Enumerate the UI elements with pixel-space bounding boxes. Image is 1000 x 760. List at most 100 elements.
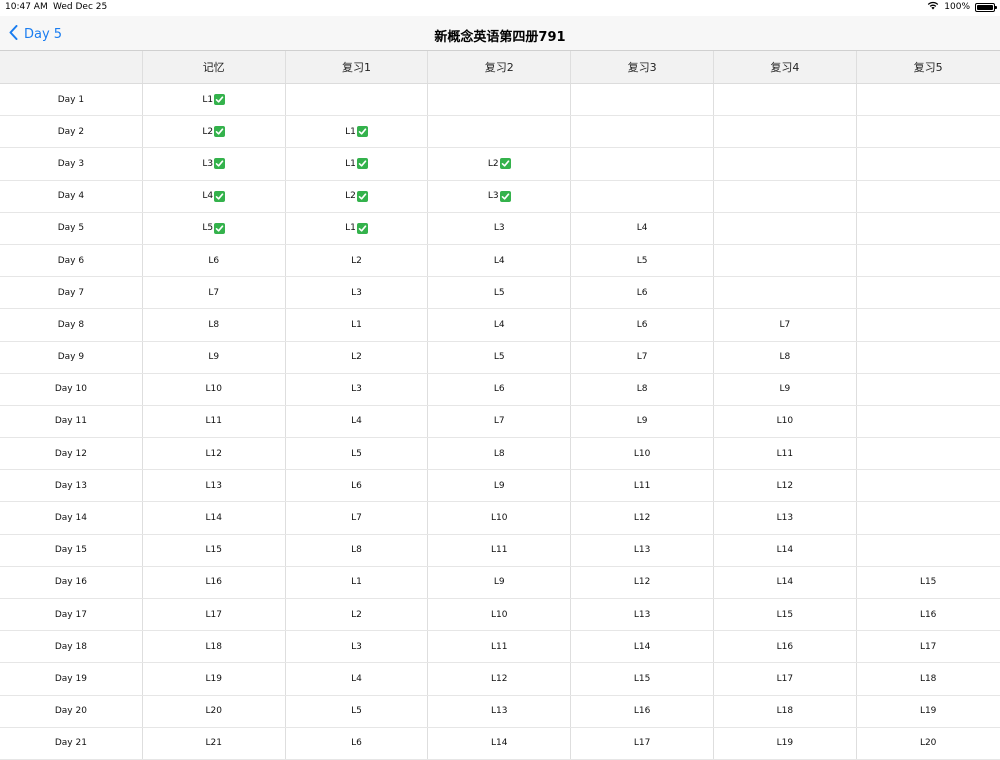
lesson-cell[interactable]: L18 bbox=[857, 663, 1000, 694]
lesson-cell[interactable]: L1 bbox=[143, 84, 286, 116]
lesson-cell[interactable]: L8 bbox=[428, 438, 572, 470]
lesson-cell[interactable]: L4 bbox=[286, 405, 429, 438]
lesson-cell[interactable]: L11 bbox=[428, 631, 572, 663]
lesson-cell[interactable]: L9 bbox=[428, 566, 572, 598]
lesson-cell[interactable]: L15 bbox=[143, 534, 286, 566]
lesson-cell[interactable]: L20 bbox=[857, 728, 1000, 759]
lesson-cell[interactable]: L4 bbox=[571, 212, 714, 244]
lesson-cell[interactable]: L3 bbox=[286, 277, 429, 309]
lesson-cell[interactable]: L2 bbox=[143, 116, 286, 148]
lesson-cell[interactable]: L12 bbox=[428, 663, 572, 695]
table-row[interactable]: Day 2 L2 L1 bbox=[0, 116, 1000, 149]
table-row[interactable]: Day 10 L10 L3 L6 L8 L9 bbox=[0, 373, 1000, 406]
lesson-cell[interactable]: L18 bbox=[714, 695, 857, 727]
lesson-cell[interactable] bbox=[714, 148, 857, 180]
lesson-cell[interactable]: L3 bbox=[286, 631, 429, 663]
lesson-cell[interactable] bbox=[286, 84, 429, 116]
lesson-cell[interactable]: L2 bbox=[286, 341, 429, 373]
lesson-cell[interactable] bbox=[857, 535, 1000, 566]
lesson-cell[interactable]: L16 bbox=[714, 631, 857, 663]
lesson-cell[interactable]: L16 bbox=[857, 599, 1000, 630]
lesson-cell[interactable]: L20 bbox=[143, 695, 286, 727]
lesson-cell[interactable]: L10 bbox=[714, 405, 857, 438]
table-row[interactable]: Day 1 L1 bbox=[0, 84, 1000, 117]
lesson-cell[interactable]: L2 bbox=[286, 244, 429, 277]
lesson-cell[interactable] bbox=[857, 309, 1000, 340]
lesson-cell[interactable]: L16 bbox=[143, 566, 286, 598]
lesson-cell[interactable] bbox=[714, 116, 857, 148]
lesson-cell[interactable]: L11 bbox=[428, 534, 572, 566]
lesson-cell[interactable]: L19 bbox=[857, 696, 1000, 727]
table-row[interactable]: Day 6 L6 L2 L4 L5 bbox=[0, 244, 1000, 278]
lesson-cell[interactable] bbox=[571, 116, 714, 148]
lesson-cell[interactable]: L13 bbox=[714, 502, 857, 534]
lesson-cell[interactable]: L6 bbox=[571, 277, 714, 309]
lesson-cell[interactable] bbox=[714, 84, 857, 116]
table-row[interactable]: Day 8 L8 L1 L4 L6 L7 bbox=[0, 309, 1000, 342]
lesson-cell[interactable]: L14 bbox=[143, 502, 286, 534]
lesson-cell[interactable]: L12 bbox=[571, 566, 714, 598]
lesson-cell[interactable]: L11 bbox=[143, 405, 286, 438]
lesson-cell[interactable]: L17 bbox=[571, 727, 714, 759]
lesson-cell[interactable] bbox=[857, 406, 1000, 437]
lesson-cell[interactable]: L14 bbox=[714, 566, 857, 598]
lesson-cell[interactable]: L7 bbox=[428, 405, 572, 438]
lesson-cell[interactable]: L6 bbox=[286, 727, 429, 759]
lesson-cell[interactable]: L13 bbox=[428, 695, 572, 727]
lesson-cell[interactable] bbox=[857, 148, 1000, 179]
table-row[interactable]: Day 14 L14 L7 L10 L12 L13 bbox=[0, 502, 1000, 535]
lesson-cell[interactable]: L13 bbox=[571, 534, 714, 566]
lesson-cell[interactable]: L5 bbox=[286, 438, 429, 470]
table-row[interactable]: Day 3 L3 L1 L2 bbox=[0, 148, 1000, 181]
table-row[interactable]: Day 19 L19 L4 L12 L15 L17 L18 bbox=[0, 663, 1000, 696]
lesson-cell[interactable]: L17 bbox=[857, 631, 1000, 662]
lesson-cell[interactable]: L18 bbox=[143, 631, 286, 663]
table-row[interactable]: Day 9 L9 L2 L5 L7 L8 bbox=[0, 341, 1000, 374]
lesson-cell[interactable] bbox=[714, 212, 857, 244]
lesson-cell[interactable] bbox=[857, 213, 1000, 244]
lesson-cell[interactable]: L7 bbox=[714, 309, 857, 341]
lesson-cell[interactable]: L1 bbox=[286, 212, 429, 244]
table-row[interactable]: Day 15 L15 L8 L11 L13 L14 bbox=[0, 534, 1000, 567]
lesson-cell[interactable]: L7 bbox=[143, 277, 286, 309]
lesson-cell[interactable]: L5 bbox=[428, 341, 572, 373]
lesson-cell[interactable]: L2 bbox=[428, 148, 572, 180]
table-row[interactable]: Day 4 L4 L2 L3 bbox=[0, 180, 1000, 213]
table-row[interactable]: Day 11 L11 L4 L7 L9 L10 bbox=[0, 405, 1000, 439]
lesson-cell[interactable] bbox=[571, 148, 714, 180]
lesson-cell[interactable]: L9 bbox=[143, 341, 286, 373]
lesson-cell[interactable] bbox=[857, 116, 1000, 147]
lesson-cell[interactable]: L8 bbox=[714, 341, 857, 373]
lesson-cell[interactable] bbox=[857, 277, 1000, 308]
lesson-cell[interactable]: L3 bbox=[428, 212, 572, 244]
lesson-cell[interactable] bbox=[428, 84, 572, 116]
lesson-cell[interactable]: L4 bbox=[428, 309, 572, 341]
lesson-cell[interactable]: L10 bbox=[143, 373, 286, 405]
lesson-cell[interactable]: L3 bbox=[143, 148, 286, 180]
lesson-cell[interactable]: L14 bbox=[428, 727, 572, 759]
lesson-cell[interactable]: L11 bbox=[714, 438, 857, 470]
lesson-cell[interactable]: L9 bbox=[428, 470, 572, 502]
lesson-cell[interactable]: L15 bbox=[714, 599, 857, 631]
lesson-cell[interactable]: L13 bbox=[143, 470, 286, 502]
lesson-cell[interactable]: L3 bbox=[286, 373, 429, 405]
lesson-cell[interactable] bbox=[857, 245, 1000, 276]
lesson-cell[interactable]: L10 bbox=[571, 438, 714, 470]
lesson-cell[interactable]: L10 bbox=[428, 599, 572, 631]
lesson-cell[interactable]: L21 bbox=[143, 727, 286, 759]
lesson-cell[interactable] bbox=[714, 277, 857, 309]
lesson-cell[interactable] bbox=[857, 181, 1000, 212]
lesson-cell[interactable]: L15 bbox=[571, 663, 714, 695]
lesson-cell[interactable]: L17 bbox=[143, 599, 286, 631]
lesson-cell[interactable]: L9 bbox=[571, 405, 714, 438]
lesson-cell[interactable]: L15 bbox=[857, 567, 1000, 598]
lesson-cell[interactable]: L13 bbox=[571, 599, 714, 631]
table-row[interactable]: Day 5 L5 L1 L3 L4 bbox=[0, 212, 1000, 245]
table-row[interactable]: Day 21 L21 L6 L14 L17 L19 L20 bbox=[0, 727, 1000, 760]
lesson-cell[interactable]: L1 bbox=[286, 116, 429, 148]
lesson-cell[interactable] bbox=[857, 438, 1000, 469]
lesson-cell[interactable]: L17 bbox=[714, 663, 857, 695]
table-row[interactable]: Day 7 L7 L3 L5 L6 bbox=[0, 277, 1000, 310]
lesson-cell[interactable]: L19 bbox=[714, 727, 857, 759]
lesson-cell[interactable]: L5 bbox=[428, 277, 572, 309]
